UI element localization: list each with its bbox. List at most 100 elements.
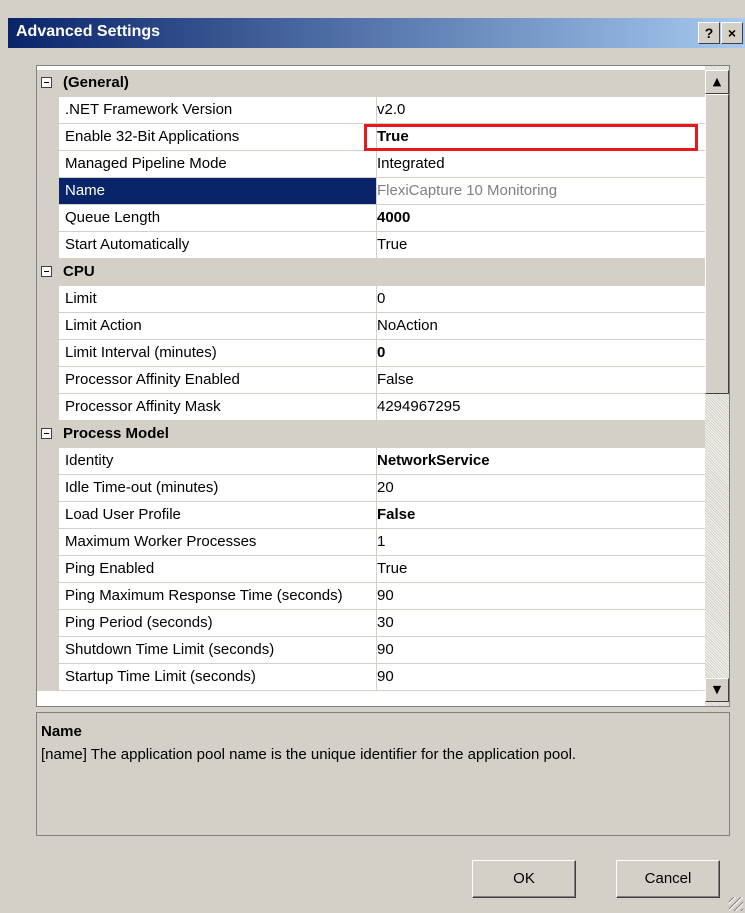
row-gutter [37,124,59,151]
prop-row-start-automatically[interactable]: Start Automatically True [37,232,711,259]
category-label: (General) [63,74,129,91]
row-gutter [37,178,59,205]
title-bar: Advanced Settings ? × [8,18,745,48]
prop-value[interactable]: False [371,502,711,529]
resize-grip[interactable] [729,897,743,911]
prop-value[interactable]: NoAction [371,313,711,340]
description-text: [name] The application pool name is the … [41,746,577,763]
prop-name: Startup Time Limit (seconds) [59,664,377,691]
category-label: CPU [63,263,95,280]
prop-row-maximum-worker-processes[interactable]: Maximum Worker Processes 1 [37,529,711,556]
prop-value[interactable]: True [371,556,711,583]
arrow-up-icon: ▲ [712,75,722,88]
prop-row-net-framework-version[interactable]: .NET Framework Version v2.0 [37,97,711,124]
scroll-down-button[interactable]: ▼ [705,678,729,702]
collapse-icon[interactable] [41,266,52,277]
prop-value[interactable]: 1 [371,529,711,556]
prop-row-identity[interactable]: Identity NetworkService [37,448,711,475]
scroll-thumb[interactable] [705,94,729,394]
row-gutter [37,529,59,556]
prop-name: Ping Enabled [59,556,377,583]
prop-value[interactable]: 4000 [371,205,711,232]
prop-name: Ping Period (seconds) [59,610,377,637]
prop-name: Maximum Worker Processes [59,529,377,556]
advanced-settings-dialog: Advanced Settings ? × (General) .NET Fra… [0,0,745,913]
category-label: Process Model [63,425,169,442]
prop-name: Limit [59,286,377,313]
prop-value[interactable]: 0 [371,340,711,367]
prop-row-name[interactable]: Name FlexiCapture 10 Monitoring [37,178,711,205]
prop-row-idle-timeout[interactable]: Idle Time-out (minutes) 20 [37,475,711,502]
prop-value[interactable]: False [371,367,711,394]
prop-value[interactable]: NetworkService [371,448,711,475]
category-general[interactable]: (General) [37,70,705,97]
row-gutter [37,475,59,502]
prop-row-ping-enabled[interactable]: Ping Enabled True [37,556,711,583]
prop-name: Name [59,178,377,205]
row-gutter [37,232,59,259]
prop-name: Managed Pipeline Mode [59,151,377,178]
prop-name: Limit Interval (minutes) [59,340,377,367]
prop-row-startup-time-limit[interactable]: Startup Time Limit (seconds) 90 [37,664,711,691]
ok-button[interactable]: OK [472,860,576,898]
row-gutter [37,151,59,178]
help-button[interactable]: ? [698,22,720,44]
description-panel: Name [name] The application pool name is… [36,712,730,836]
prop-row-ping-period[interactable]: Ping Period (seconds) 30 [37,610,711,637]
prop-value[interactable]: 30 [371,610,711,637]
prop-row-limit-interval[interactable]: Limit Interval (minutes) 0 [37,340,711,367]
collapse-icon[interactable] [41,428,52,439]
row-gutter [37,610,59,637]
prop-value[interactable]: 20 [371,475,711,502]
prop-name: Identity [59,448,377,475]
description-title: Name [41,723,82,740]
row-gutter [37,367,59,394]
row-gutter [37,286,59,313]
prop-value[interactable]: 4294967295 [371,394,711,421]
prop-value[interactable]: True [371,232,711,259]
prop-value[interactable]: FlexiCapture 10 Monitoring [371,178,711,205]
row-gutter [37,394,59,421]
vertical-scrollbar[interactable]: ▲ ▼ [705,66,729,706]
prop-name: Idle Time-out (minutes) [59,475,377,502]
prop-name: .NET Framework Version [59,97,377,124]
highlight-box [364,124,698,151]
prop-value[interactable]: 90 [371,664,711,691]
prop-name: Ping Maximum Response Time (seconds) [59,583,377,610]
category-process-model[interactable]: Process Model [37,421,705,448]
property-grid[interactable]: (General) .NET Framework Version v2.0 En… [36,65,730,707]
prop-row-load-user-profile[interactable]: Load User Profile False [37,502,711,529]
prop-name: Processor Affinity Mask [59,394,377,421]
arrow-down-icon: ▼ [712,683,722,696]
prop-row-processor-affinity-mask[interactable]: Processor Affinity Mask 4294967295 [37,394,711,421]
prop-value[interactable]: 0 [371,286,711,313]
prop-value[interactable]: v2.0 [371,97,711,124]
close-button[interactable]: × [721,22,743,44]
prop-value[interactable]: 90 [371,637,711,664]
cancel-button[interactable]: Cancel [616,860,720,898]
dialog-title: Advanced Settings [16,23,161,40]
prop-row-shutdown-time-limit[interactable]: Shutdown Time Limit (seconds) 90 [37,637,711,664]
prop-name: Start Automatically [59,232,377,259]
category-cpu[interactable]: CPU [37,259,705,286]
row-gutter [37,502,59,529]
row-gutter [37,583,59,610]
scroll-up-button[interactable]: ▲ [705,70,729,94]
prop-value[interactable]: Integrated [371,151,711,178]
prop-row-managed-pipeline-mode[interactable]: Managed Pipeline Mode Integrated [37,151,711,178]
prop-name: Shutdown Time Limit (seconds) [59,637,377,664]
prop-row-queue-length[interactable]: Queue Length 4000 [37,205,711,232]
prop-name: Queue Length [59,205,377,232]
prop-row-limit[interactable]: Limit 0 [37,286,711,313]
row-gutter [37,448,59,475]
prop-row-limit-action[interactable]: Limit Action NoAction [37,313,711,340]
prop-value[interactable]: 90 [371,583,711,610]
row-gutter [37,97,59,124]
prop-row-ping-maximum-response-time[interactable]: Ping Maximum Response Time (seconds) 90 [37,583,711,610]
row-gutter [37,556,59,583]
row-gutter [37,664,59,691]
prop-name: Processor Affinity Enabled [59,367,377,394]
collapse-icon[interactable] [41,77,52,88]
prop-row-processor-affinity-enabled[interactable]: Processor Affinity Enabled False [37,367,711,394]
row-gutter [37,205,59,232]
